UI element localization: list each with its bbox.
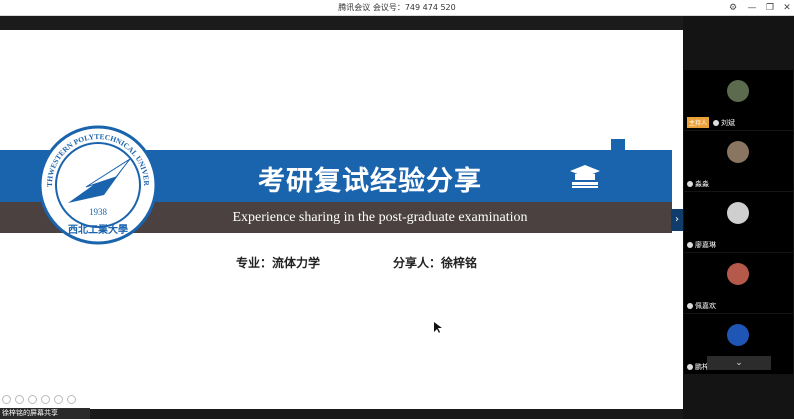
participant-tile[interactable]: 佩嘉欢: [684, 253, 793, 313]
window-title: 腾讯会议 会议号：749 474 520: [338, 3, 456, 12]
avatar: [727, 324, 749, 346]
slide-presenter: 分享人：徐梓铭: [393, 256, 478, 270]
participant-tile[interactable]: 廖嘉琳: [684, 192, 793, 252]
mic-icon: [713, 119, 720, 126]
logo-year: 1938: [89, 207, 108, 217]
control-icon[interactable]: [54, 395, 63, 404]
slide-controls: [2, 395, 76, 405]
participant-name: 廖嘉琳: [695, 241, 716, 249]
share-label-text: 徐梓铭的屏幕共享: [2, 409, 58, 417]
chevron-down-icon[interactable]: ⌄: [707, 356, 771, 370]
slide-major: 专业：流体力学: [236, 256, 321, 270]
avatar: [727, 80, 749, 102]
avatar: [727, 202, 749, 224]
mic-icon: [687, 242, 693, 248]
host-badge: 主持人: [687, 117, 710, 128]
mouse-cursor-icon: [434, 322, 442, 333]
participant-name: 佩嘉欢: [695, 302, 716, 310]
close-button[interactable]: ✕: [781, 2, 793, 14]
mic-icon: [687, 303, 693, 309]
chevron-right-icon[interactable]: ›: [671, 209, 683, 231]
control-icon[interactable]: [41, 395, 50, 404]
participant-name: 刘斌: [721, 118, 736, 127]
minimize-button[interactable]: —: [746, 2, 758, 14]
control-icon[interactable]: [67, 395, 76, 404]
university-logo-icon: NORTHWESTERN POLYTECHNICAL UNIVERSITY 19…: [38, 125, 158, 245]
settings-icon[interactable]: ⚙: [727, 2, 739, 14]
slide-title: 考研复试经验分享: [258, 166, 482, 197]
screen-share-label[interactable]: 徐梓铭的屏幕共享: [0, 408, 90, 419]
share-top-strip: [0, 16, 683, 30]
mic-icon: [687, 364, 693, 370]
logo-text-bottom: 西北工業大學: [68, 223, 128, 236]
participant-name: 淼淼: [695, 180, 709, 188]
control-icon[interactable]: [28, 395, 37, 404]
restore-button[interactable]: ❐: [764, 2, 776, 14]
control-icon[interactable]: [2, 395, 11, 404]
slide-subtitle: Experience sharing in the post-graduate …: [232, 210, 528, 225]
participant-tile[interactable]: 淼淼: [684, 131, 793, 191]
control-icon[interactable]: [15, 395, 24, 404]
graduation-cap-icon: [570, 165, 600, 188]
window-titlebar: 腾讯会议 会议号：749 474 520 ⚙ — ❐ ✕: [0, 0, 794, 16]
participant-tile[interactable]: 主持人 刘斌: [684, 70, 793, 130]
avatar: [727, 141, 749, 163]
avatar: [727, 263, 749, 285]
mic-icon: [687, 181, 693, 187]
